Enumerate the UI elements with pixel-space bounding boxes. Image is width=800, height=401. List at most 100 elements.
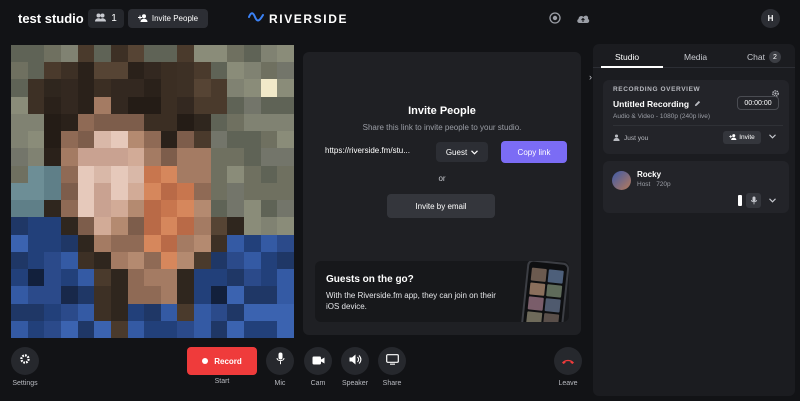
video-pixel xyxy=(277,131,294,149)
video-pixel xyxy=(160,269,178,287)
chevron-down-icon[interactable] xyxy=(769,196,776,205)
tab-media[interactable]: Media xyxy=(684,52,707,62)
video-pixel xyxy=(177,217,195,235)
invite-people-button[interactable]: Invite People xyxy=(128,9,208,28)
video-pixel xyxy=(177,303,195,321)
video-pixel xyxy=(160,200,178,218)
video-pixel xyxy=(27,200,45,218)
record-button[interactable]: Record xyxy=(187,347,257,375)
video-pixel xyxy=(27,96,45,114)
video-pixel xyxy=(177,62,195,80)
leave-control[interactable]: Leave xyxy=(554,347,582,387)
video-pixel xyxy=(260,320,278,338)
video-pixel xyxy=(94,45,111,63)
video-pixel xyxy=(27,303,45,321)
invite-button[interactable]: Invite xyxy=(723,131,761,144)
role-select[interactable]: Guest xyxy=(436,142,488,162)
video-pixel xyxy=(94,217,111,235)
invite-title: Invite People xyxy=(408,105,476,117)
video-pixel xyxy=(177,286,195,304)
leave-button[interactable] xyxy=(554,347,582,375)
video-pixel xyxy=(60,96,78,114)
video-pixel xyxy=(277,234,294,252)
mic-button[interactable] xyxy=(266,347,294,375)
recording-details: Audio & Video - 1080p (240p live) xyxy=(613,113,711,120)
speaker-button[interactable] xyxy=(341,347,369,375)
cloud-upload-icon[interactable] xyxy=(576,11,590,25)
video-pixel xyxy=(60,234,78,252)
video-pixel xyxy=(77,62,95,80)
video-pixel xyxy=(110,165,128,183)
video-pixel xyxy=(227,320,245,338)
settings-button[interactable] xyxy=(11,347,39,375)
video-pixel xyxy=(110,320,128,338)
video-pixel xyxy=(44,96,61,114)
video-pixel xyxy=(160,79,178,97)
recording-title: Untitled Recording xyxy=(613,99,701,109)
settings-label: Settings xyxy=(12,380,38,387)
video-pixel xyxy=(11,96,28,114)
video-pixel xyxy=(227,45,245,63)
video-pixel xyxy=(77,45,95,63)
recording-overview-label: RECORDING OVERVIEW xyxy=(613,86,701,93)
video-pixel xyxy=(160,131,178,149)
video-pixel xyxy=(94,131,111,149)
video-pixel xyxy=(11,45,28,63)
mic-control[interactable]: Mic xyxy=(266,347,294,387)
video-pixel xyxy=(60,251,78,270)
cam-button[interactable] xyxy=(304,347,332,375)
video-pixel xyxy=(11,269,28,287)
user-avatar[interactable]: H xyxy=(761,9,780,28)
video-pixel xyxy=(244,113,261,132)
logo-text: RIVERSIDE xyxy=(269,12,349,26)
tab-studio[interactable]: Studio xyxy=(615,52,639,62)
settings-control[interactable]: Settings xyxy=(11,347,39,387)
video-pixel xyxy=(127,269,145,287)
invite-link[interactable]: https://riverside.fm/stu... xyxy=(325,146,410,155)
phone-illustration xyxy=(520,261,569,322)
video-pixel xyxy=(177,200,195,218)
copy-link-button[interactable]: Copy link xyxy=(501,141,567,163)
camera-icon xyxy=(312,352,325,370)
share-button[interactable] xyxy=(378,347,406,375)
video-pixel xyxy=(227,96,245,114)
video-pixel xyxy=(144,269,161,287)
video-pixel xyxy=(94,234,111,252)
video-pixel xyxy=(144,286,161,304)
record-status-icon[interactable] xyxy=(548,11,562,25)
video-pixel xyxy=(244,182,261,201)
invite-by-email-button[interactable]: Invite by email xyxy=(387,194,495,218)
studio-name: test studio xyxy=(18,11,84,26)
video-pixel xyxy=(110,182,128,201)
speaker-control[interactable]: Speaker xyxy=(341,347,369,387)
video-pixel xyxy=(110,234,128,252)
video-pixel xyxy=(244,251,261,270)
video-pixel xyxy=(277,96,294,114)
video-pixel xyxy=(60,286,78,304)
video-pixel xyxy=(77,303,95,321)
participant-role-text: Host xyxy=(637,181,651,188)
promo-title: Guests on the go? xyxy=(326,274,414,285)
cam-control[interactable]: Cam xyxy=(304,347,332,387)
share-control[interactable]: Share xyxy=(378,347,406,387)
video-pixel xyxy=(244,234,261,252)
video-pixel xyxy=(260,217,278,235)
edit-pencil-icon[interactable] xyxy=(694,99,701,109)
participants-button[interactable]: 1 xyxy=(88,9,124,28)
video-pixel xyxy=(60,269,78,287)
video-pixel xyxy=(260,251,278,270)
tab-chat[interactable]: Chat xyxy=(747,52,765,62)
video-pixel xyxy=(244,79,261,97)
video-pixel xyxy=(144,79,161,97)
video-pixel xyxy=(277,320,294,338)
video-pixel xyxy=(194,251,211,270)
video-pixel xyxy=(244,217,261,235)
video-pixel xyxy=(227,113,245,132)
leave-label: Leave xyxy=(558,380,578,387)
video-pixel xyxy=(11,217,28,235)
video-tile xyxy=(11,45,294,338)
participant-mic-button[interactable] xyxy=(746,193,761,208)
video-pixel xyxy=(44,182,61,201)
chevron-down-icon[interactable] xyxy=(769,132,776,141)
video-pixel xyxy=(227,148,245,166)
